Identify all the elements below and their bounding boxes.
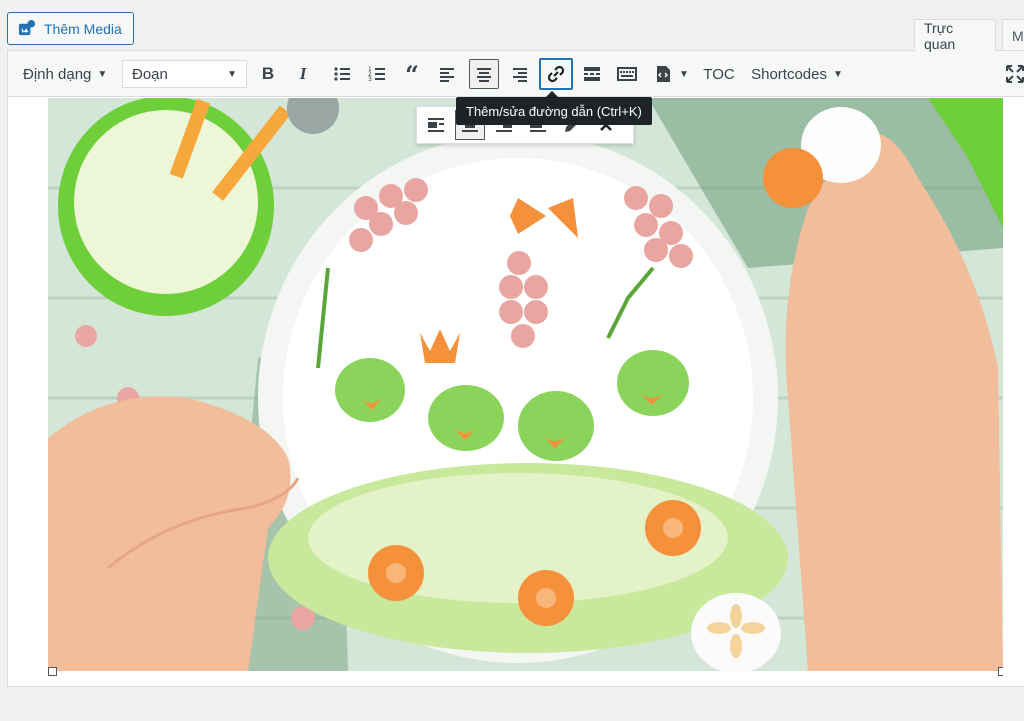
shortcodes-dropdown[interactable]: Shortcodes ▼ [748,59,846,89]
bullet-list-button[interactable] [329,59,355,89]
align-center-button[interactable] [469,59,499,89]
fullscreen-button[interactable] [1004,59,1024,89]
numbered-list-button[interactable]: 123 [364,59,390,89]
fullscreen-icon [1006,65,1024,83]
read-more-button[interactable] [579,59,605,89]
numbered-list-icon: 123 [368,66,385,83]
shortcodes-label: Shortcodes [751,65,827,83]
chevron-down-icon: ▼ [227,68,237,80]
align-left-icon [428,118,444,132]
toolbar-toggle-icon [617,67,637,81]
editor-content[interactable] [48,98,1003,721]
code-block-button[interactable]: ▼ [650,59,690,89]
align-right-icon [513,68,527,82]
link-tooltip: Thêm/sửa đường dẫn (Ctrl+K) [456,91,652,125]
image-align-left-button[interactable] [421,110,451,140]
format-dropdown-label: Định dạng [23,65,92,83]
align-left-button[interactable] [434,59,460,89]
chevron-down-icon: ▼ [97,68,108,80]
blockquote-icon: “ [405,59,419,89]
toolbar-toggle-button[interactable] [614,59,640,89]
read-more-icon [584,67,600,81]
editor-toolbar: Định dạng ▼ Đoạn ▼ B I 123 “ ▼ TOC Short… [8,51,1024,97]
chevron-down-icon: ▼ [832,68,843,80]
add-media-label: Thêm Media [44,20,122,37]
link-button[interactable] [539,58,573,90]
tooltip-text: Thêm/sửa đường dẫn (Ctrl+K) [466,103,642,119]
bullet-list-icon [334,67,350,81]
tab-text[interactable]: M [1002,19,1024,51]
media-icon [18,19,36,36]
tab-visual-label: Trực quan [924,19,956,52]
paragraph-select[interactable]: Đoạn ▼ [122,60,247,88]
align-right-button[interactable] [507,59,533,89]
tab-visual[interactable]: Trực quan [914,19,996,52]
bold-button[interactable]: B [255,59,281,89]
resize-handle-bottom-right[interactable] [998,667,1003,676]
bold-icon: B [261,64,275,83]
food-photo [48,98,1003,671]
selected-image[interactable] [48,98,1003,671]
align-left-icon [440,68,454,82]
code-block-icon [657,66,670,82]
chevron-down-icon: ▼ [679,68,689,80]
blockquote-button[interactable]: “ [399,59,425,89]
italic-icon: I [299,64,307,83]
editor-area: Định dạng ▼ Đoạn ▼ B I 123 “ ▼ TOC Short… [7,50,1024,687]
tab-text-label: M [1012,27,1024,44]
link-icon [547,65,565,83]
svg-text:3: 3 [368,76,372,83]
italic-button[interactable]: I [290,59,316,89]
toc-label: TOC [703,65,735,83]
align-center-icon [477,68,491,82]
resize-handle-bottom-left[interactable] [48,667,57,676]
editor-topbar: Thêm Media Trực quan M [0,0,1024,52]
add-media-button[interactable]: Thêm Media [7,12,134,45]
toc-button[interactable]: TOC [702,59,736,89]
format-dropdown[interactable]: Định dạng ▼ [16,59,116,89]
paragraph-select-value: Đoạn [132,65,168,83]
